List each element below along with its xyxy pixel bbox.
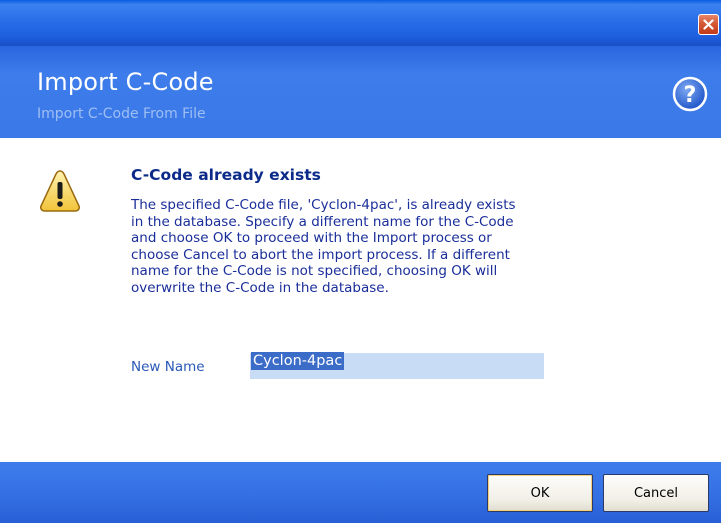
dialog-title: Import C-Code (37, 68, 214, 96)
dialog-header: Import C-Code Import C-Code From File ? (0, 46, 721, 138)
import-dialog: Import C-Code Import C-Code From File ? … (0, 0, 721, 523)
title-bar[interactable] (0, 0, 721, 46)
close-icon (703, 19, 714, 30)
svg-text:?: ? (684, 83, 697, 108)
warning-icon (40, 170, 80, 212)
message-body: The specified C-Code file, 'Cyclon-4pac'… (131, 197, 516, 296)
cancel-button[interactable]: Cancel (603, 474, 709, 512)
dialog-footer: OK Cancel (0, 462, 721, 523)
dialog-subtitle: Import C-Code From File (37, 106, 206, 122)
new-name-input[interactable]: Cyclon-4pac (250, 352, 544, 379)
ok-button[interactable]: OK (487, 474, 593, 512)
help-icon[interactable]: ? (672, 76, 708, 112)
new-name-label: New Name (131, 359, 205, 375)
close-button[interactable] (698, 14, 719, 35)
new-name-value: Cyclon-4pac (251, 352, 345, 370)
message-title: C-Code already exists (131, 166, 321, 184)
